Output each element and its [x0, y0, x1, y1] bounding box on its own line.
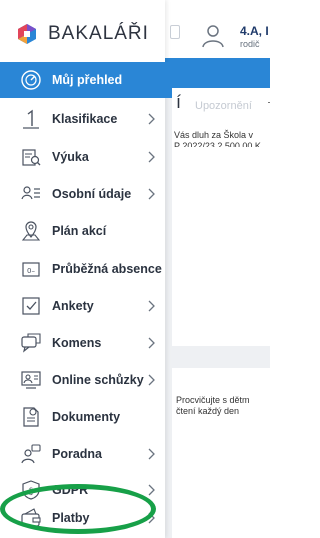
book-search-icon — [22, 149, 41, 166]
chevron-right-icon — [148, 300, 155, 312]
sidebar-item-label: Osobní údaje — [52, 187, 132, 201]
sidebar-item-label: Ankety — [52, 299, 94, 313]
chevron-right-icon — [148, 151, 155, 163]
chevron-right-icon — [148, 113, 155, 125]
chat-bubbles-icon — [21, 333, 41, 353]
sidebar-item-online-schuzky[interactable]: Online schůzky — [0, 362, 165, 398]
sidebar-item-vyuka[interactable]: Výuka — [0, 139, 165, 175]
sidebar-item-dokumenty[interactable]: Dokumenty — [0, 399, 165, 435]
reading-card[interactable] — [172, 368, 270, 538]
sidebar-item-label: Dokumenty — [52, 410, 121, 424]
user-name[interactable]: 4.A, I — [240, 24, 269, 38]
sidebar-item-label: Online schůzky — [52, 373, 144, 387]
notice-card[interactable] — [172, 88, 270, 346]
reading-line1: Procvičujte s dětm — [176, 395, 250, 405]
sidebar: BAKALÁŘI Můj přehled Klasifikace Výuka O… — [0, 0, 172, 538]
chevron-right-icon — [148, 484, 155, 496]
brand-name: BAKALÁŘI — [48, 23, 149, 44]
sidebar-item-platby[interactable]: Platby — [0, 500, 165, 536]
grade-one-icon — [23, 109, 39, 129]
reading-line2: čtení každý den — [176, 406, 240, 416]
sidebar-item-label: Klasifikace — [52, 112, 118, 126]
shield-icon: § — [22, 480, 40, 500]
section-heading: í — [176, 92, 182, 112]
collapse-sidebar-icon[interactable] — [170, 25, 180, 39]
gauge-icon — [21, 70, 41, 90]
sidebar-item-label: Výuka — [52, 150, 89, 164]
sidebar-item-komens[interactable]: Komens — [0, 325, 165, 361]
id-list-icon — [21, 186, 40, 200]
debt-notice-line1: Vás dluh za Škola v — [174, 130, 254, 140]
sidebar-item-plan-akci[interactable]: Plán akcí — [0, 213, 165, 249]
sidebar-item-klasifikace[interactable]: Klasifikace — [0, 101, 165, 137]
user-role: rodič — [240, 39, 260, 49]
sidebar-item-label: GDPR — [52, 483, 89, 497]
chevron-right-icon — [148, 337, 155, 349]
debt-notice-line2: P 2022/23 2 500,00 K — [174, 141, 261, 147]
svg-text:0–: 0– — [27, 267, 35, 275]
video-meeting-icon — [21, 371, 41, 389]
sidebar-item-label: Plán akcí — [52, 224, 107, 238]
advice-icon — [21, 444, 41, 464]
sidebar-item-poradna[interactable]: Poradna — [0, 436, 165, 472]
absence-card-icon: 0– — [22, 262, 40, 277]
sidebar-item-label: Průběžná absence — [52, 262, 162, 276]
chevron-right-icon — [148, 448, 155, 460]
document-icon — [23, 407, 39, 427]
wallet-icon — [21, 508, 41, 527]
sidebar-item-label: Poradna — [52, 447, 103, 461]
user-avatar-icon[interactable] — [200, 22, 226, 48]
chevron-right-icon — [148, 512, 155, 524]
sidebar-item-label: Můj přehled — [52, 73, 123, 87]
chevron-right-icon — [148, 188, 155, 200]
divider — [268, 102, 270, 103]
sidebar-item-osobni-udaje[interactable]: Osobní údaje — [0, 176, 165, 212]
sidebar-item-ankety[interactable]: Ankety — [0, 288, 165, 324]
svg-text:§: § — [29, 487, 34, 497]
checkbox-icon — [22, 297, 40, 315]
faded-title: Upozornění — [195, 100, 252, 112]
sidebar-item-label: Platby — [52, 511, 90, 525]
sidebar-item-label: Komens — [52, 336, 102, 350]
header-band — [165, 58, 270, 88]
bakalari-logo-icon — [18, 24, 36, 44]
chevron-right-icon — [148, 374, 155, 386]
sidebar-item-prubezna-absence[interactable]: 0– Průběžná absence — [0, 251, 165, 287]
map-pin-icon — [21, 221, 41, 241]
sidebar-item-muj-prehled[interactable]: Můj přehled — [0, 62, 172, 98]
brand-logo[interactable]: BAKALÁŘI — [16, 20, 149, 48]
